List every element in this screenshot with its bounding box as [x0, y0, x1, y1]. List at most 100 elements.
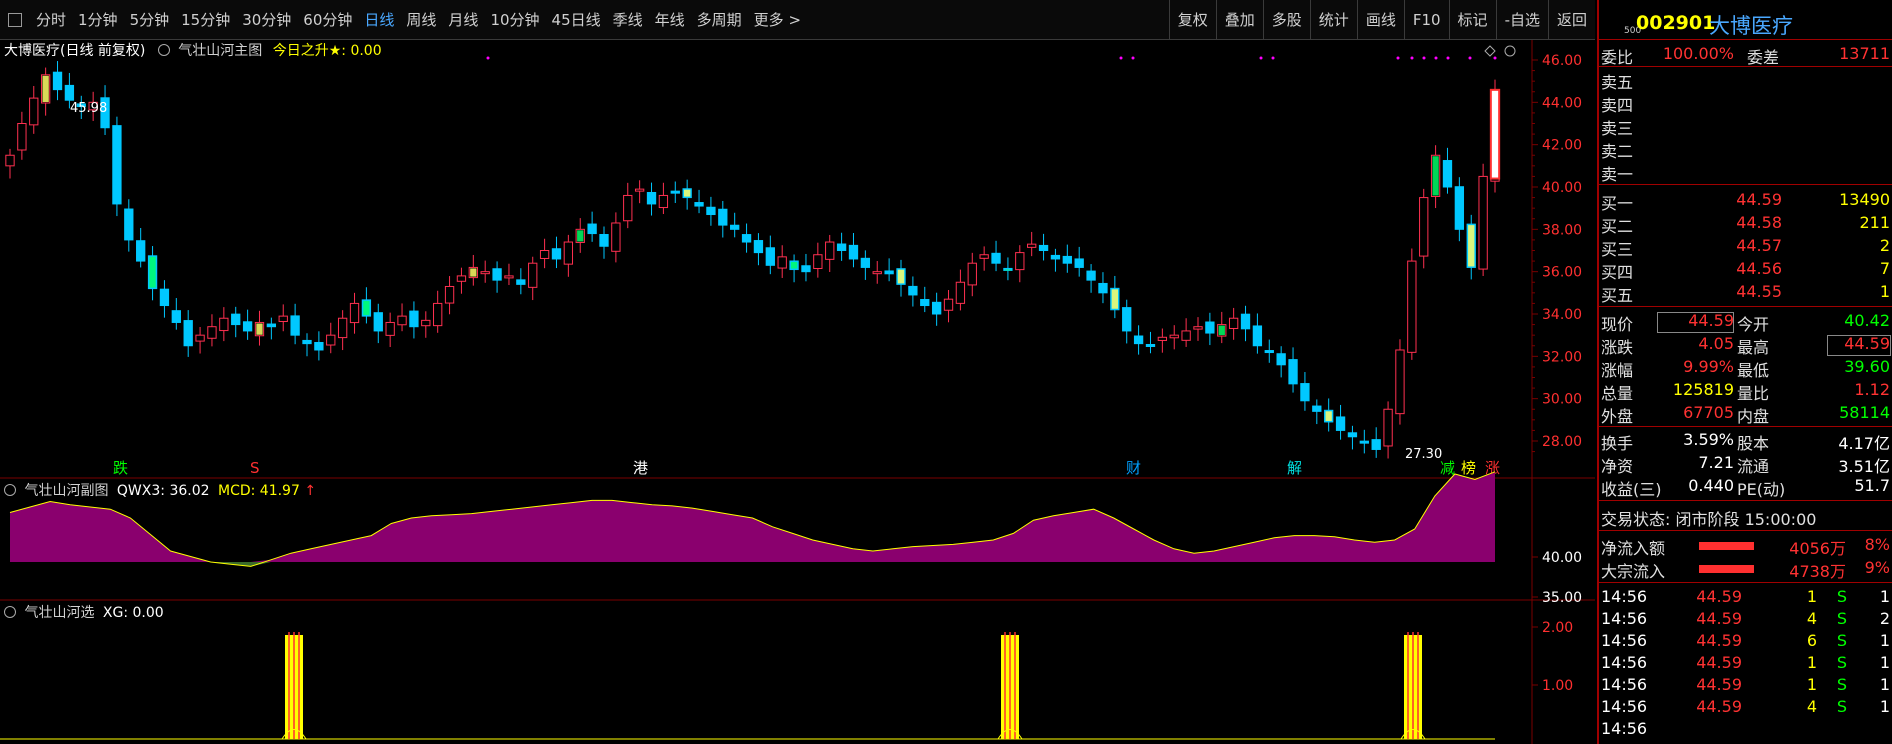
- candle: [1419, 197, 1429, 257]
- tick-price: 44.59: [1696, 609, 1742, 628]
- chart-area[interactable]: 46.00 44.00 42.00 40.00 38.00 36.00 34.00 32.00…: [0, 40, 1595, 744]
- tab-0[interactable]: 分时: [30, 9, 72, 30]
- y-tick-label: 40.00: [1542, 180, 1582, 196]
- stat-value: 4.05: [1698, 334, 1734, 353]
- event-marker[interactable]: 榜: [1461, 459, 1476, 477]
- sell-label: 卖二: [1601, 142, 1634, 161]
- tool-2[interactable]: 多股: [1262, 0, 1310, 40]
- candle: [765, 247, 775, 266]
- tab-5[interactable]: 60分钟: [297, 9, 358, 30]
- main-indicator-name[interactable]: 气壮山河主图: [178, 43, 262, 59]
- fund-label: 换手: [1601, 434, 1634, 453]
- flow-pct: 8%: [1864, 535, 1890, 554]
- flow-bar: [1699, 542, 1754, 550]
- tick-side: S: [1836, 609, 1847, 628]
- tool-3[interactable]: 统计: [1309, 0, 1357, 40]
- tick-side: S: [1836, 675, 1847, 694]
- stat-value: 125819: [1672, 380, 1734, 399]
- candle: [456, 275, 467, 282]
- candle: [1228, 317, 1239, 329]
- tab-12[interactable]: 年线: [649, 9, 691, 30]
- tool-4[interactable]: 画线: [1356, 0, 1404, 40]
- stat-row: 外盘 67705 内盘 58114: [1599, 403, 1892, 426]
- candle: [611, 222, 621, 252]
- event-marker[interactable]: 减: [1440, 459, 1455, 477]
- event-marker[interactable]: 跌: [113, 459, 128, 477]
- stat-value: 67705: [1683, 403, 1734, 422]
- tick-count: 1: [1879, 675, 1890, 694]
- tool-0[interactable]: 复权: [1168, 0, 1216, 40]
- sub2-settings-icon[interactable]: [4, 606, 16, 618]
- candle: [1288, 359, 1298, 385]
- candle: [1335, 416, 1346, 431]
- candle: [623, 194, 633, 222]
- candle: [908, 285, 918, 296]
- stat-label: 最低: [1737, 361, 1770, 380]
- tab-4[interactable]: 30分钟: [236, 9, 297, 30]
- tab-2[interactable]: 5分钟: [124, 9, 176, 30]
- tool-8[interactable]: 返回: [1547, 0, 1595, 40]
- tab-10[interactable]: 45日线: [546, 9, 607, 30]
- candle: [266, 323, 277, 328]
- indicator-settings-icon[interactable]: [157, 44, 170, 56]
- tab-14[interactable]: 更多 >: [748, 9, 807, 30]
- candle: [967, 262, 977, 286]
- fund-value: 0.440: [1688, 476, 1734, 495]
- candle: [1371, 439, 1381, 450]
- tab-3[interactable]: 15分钟: [175, 9, 236, 30]
- fund-value: 7.21: [1698, 453, 1734, 472]
- event-marker[interactable]: S: [250, 459, 260, 477]
- fund-row: 换手 3.59% 股本 4.17亿: [1599, 430, 1892, 453]
- candle: [718, 208, 728, 226]
- candle: [207, 326, 217, 339]
- fund-label: 流通: [1737, 457, 1770, 476]
- sub2-label: XG:: [102, 605, 129, 621]
- tab-6[interactable]: 日线: [358, 9, 400, 30]
- tab-11[interactable]: 季线: [607, 9, 649, 30]
- sub2-indicator-name[interactable]: 气壮山河选: [24, 605, 94, 621]
- flow-value: 4738万: [1789, 562, 1846, 581]
- tab-9[interactable]: 10分钟: [484, 9, 545, 30]
- candle: [504, 275, 514, 279]
- candle: [1027, 243, 1037, 248]
- fund-value: 51.7: [1854, 476, 1890, 495]
- candle: [492, 268, 502, 281]
- candle: [931, 301, 942, 315]
- stock-code: 002901: [1636, 12, 1716, 34]
- tab-7[interactable]: 周线: [400, 9, 442, 30]
- flow-label: 大宗流入: [1601, 562, 1666, 581]
- buy-label: 买三: [1601, 240, 1634, 259]
- candle: [872, 271, 882, 275]
- sub1-arrow-icon: ↑: [304, 483, 317, 499]
- tab-1[interactable]: 1分钟: [72, 9, 124, 30]
- kline-chart-svg: 46.00 44.00 42.00 40.00 38.00 36.00 34.00 32.00…: [0, 40, 1595, 744]
- event-marker[interactable]: 解: [1287, 459, 1302, 477]
- candle: [1442, 160, 1453, 188]
- sub1-indicator-name[interactable]: 气壮山河副图: [24, 483, 108, 499]
- y-tick-label: 36.00: [1542, 265, 1582, 281]
- tool-1[interactable]: 叠加: [1215, 0, 1263, 40]
- sub1-value1: 36.02: [169, 483, 210, 499]
- y-tick-label: 34.00: [1542, 307, 1582, 323]
- sub1-settings-icon[interactable]: [4, 484, 16, 496]
- menu-square-icon[interactable]: [8, 12, 22, 27]
- candle: [1133, 335, 1144, 345]
- candle: [801, 265, 811, 273]
- buy-volume: 2: [1879, 236, 1890, 255]
- candle: [741, 234, 752, 243]
- tick-row: 14:56 44.59 1 S 1: [1599, 587, 1892, 609]
- event-marker[interactable]: 港: [633, 459, 648, 477]
- tool-5[interactable]: F10: [1403, 0, 1449, 40]
- tool-7[interactable]: -自选: [1495, 0, 1548, 40]
- stock-name[interactable]: 大博医疗: [1709, 10, 1793, 40]
- tab-8[interactable]: 月线: [442, 9, 484, 30]
- price-box: [1657, 312, 1734, 333]
- tab-13[interactable]: 多周期: [691, 9, 748, 30]
- trade-status-row: 交易状态: 闭市阶段 15:00:00: [1599, 506, 1892, 529]
- candle: [1145, 343, 1156, 347]
- low-label: 27.30: [1405, 447, 1442, 462]
- trade-status: 交易状态: 闭市阶段 15:00:00: [1601, 510, 1817, 529]
- flow-pct: 9%: [1864, 558, 1890, 577]
- event-marker[interactable]: 财: [1126, 459, 1141, 477]
- tool-6[interactable]: 标记: [1448, 0, 1496, 40]
